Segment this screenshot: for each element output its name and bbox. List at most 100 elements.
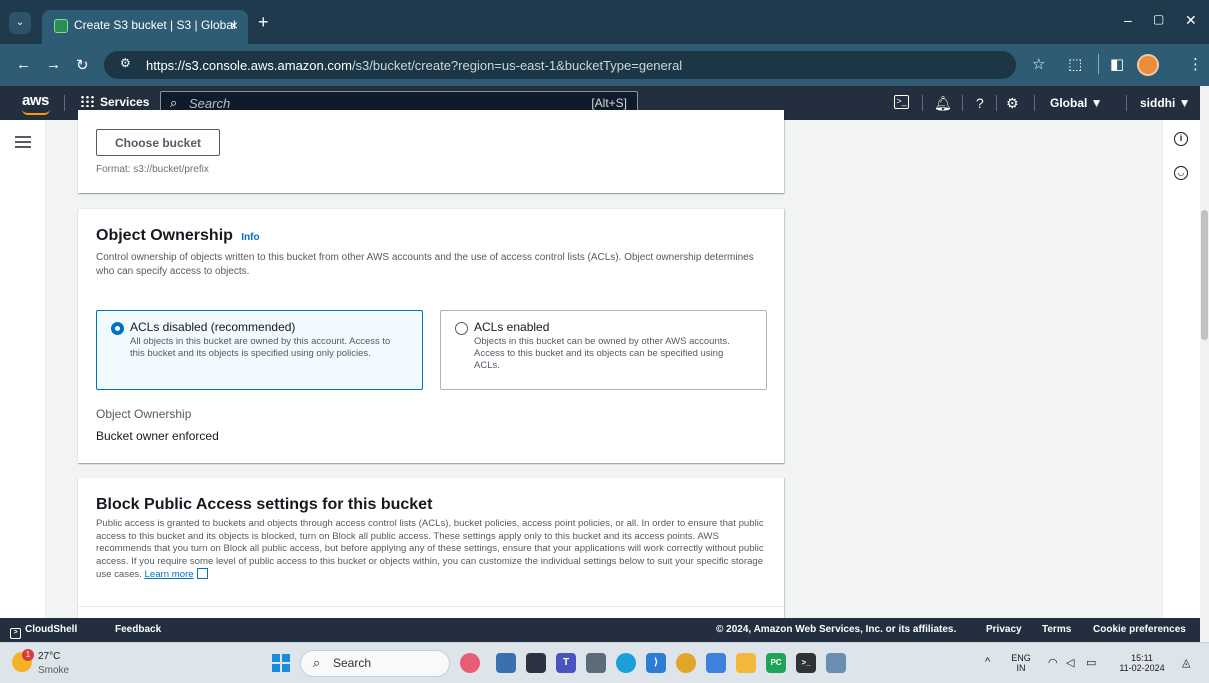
settings-gear-icon[interactable]: ⚙ bbox=[1006, 95, 1019, 112]
choose-bucket-button[interactable]: Choose bucket bbox=[96, 129, 220, 156]
browser-menu-icon[interactable]: ⋮ bbox=[1188, 55, 1203, 73]
back-arrow-icon[interactable]: ← bbox=[16, 56, 31, 73]
terms-link[interactable]: Terms bbox=[1042, 624, 1071, 635]
tab-close-icon[interactable]: × bbox=[230, 17, 238, 33]
new-tab-button[interactable]: + bbox=[258, 12, 269, 33]
search-placeholder: Search bbox=[189, 96, 231, 111]
region-code: IN bbox=[1016, 663, 1026, 673]
snipping-tool-icon[interactable] bbox=[826, 653, 846, 673]
minimize-button[interactable]: – bbox=[1124, 12, 1132, 28]
scrollbar-thumb[interactable] bbox=[1201, 210, 1208, 340]
info-panel-icon[interactable]: i bbox=[1174, 132, 1188, 146]
extensions-icon[interactable]: ⬚ bbox=[1068, 55, 1082, 73]
copilot-icon[interactable] bbox=[460, 653, 480, 673]
language-code: ENG bbox=[1011, 653, 1031, 663]
notepad-icon[interactable] bbox=[706, 653, 726, 673]
nav-divider bbox=[996, 95, 997, 111]
services-menu-button[interactable]: Services bbox=[80, 95, 149, 109]
vscode-icon[interactable]: ⟩ bbox=[646, 653, 666, 673]
taskbar-search-label: Search bbox=[333, 656, 372, 670]
notifications-bell-icon[interactable]: 🔔︎ bbox=[934, 95, 952, 112]
cloudshell-icon[interactable]: >_ bbox=[894, 95, 909, 109]
browser-tab-active[interactable]: Create S3 bucket | S3 | Global × bbox=[42, 10, 248, 44]
tab-title: Create S3 bucket | S3 | Global bbox=[74, 18, 236, 32]
acls-enabled-description: Objects in this bucket can be owned by o… bbox=[474, 336, 730, 371]
cloudshell-link[interactable]: > CloudShell bbox=[10, 624, 77, 639]
object-ownership-title: Object Ownership bbox=[96, 227, 233, 244]
search-icon: ⌕ bbox=[170, 95, 178, 110]
toolbar-divider bbox=[1098, 54, 1099, 74]
pycharm-icon[interactable]: PC bbox=[766, 653, 786, 673]
calculator-icon[interactable] bbox=[586, 653, 606, 673]
windows-start-icon[interactable] bbox=[272, 654, 290, 672]
restore-button[interactable]: ▢ bbox=[1153, 12, 1164, 26]
menu-hamburger-icon[interactable] bbox=[15, 136, 31, 148]
chrome-icon[interactable] bbox=[676, 653, 696, 673]
notifications-icon[interactable]: ◬ bbox=[1182, 656, 1190, 669]
account-menu[interactable]: siddhi ▼ bbox=[1140, 96, 1191, 110]
learn-more-link[interactable]: Learn more bbox=[145, 569, 194, 580]
weather-temperature: 27°C bbox=[38, 651, 61, 662]
tab-search-button[interactable]: ⌄ bbox=[9, 12, 31, 34]
reload-icon[interactable]: ↻ bbox=[76, 56, 89, 74]
url-path: /s3/bucket/create?region=us-east-1&bucke… bbox=[351, 58, 683, 73]
external-link-icon bbox=[196, 568, 208, 580]
file-explorer-icon[interactable] bbox=[736, 653, 756, 673]
acls-disabled-option[interactable]: ACLs disabled (recommended) All objects … bbox=[96, 310, 423, 390]
format-hint: Format: s3://bucket/prefix bbox=[96, 164, 209, 175]
nav-divider bbox=[64, 95, 65, 111]
url-field[interactable]: ⚙ https://s3.console.aws.amazon.com/s3/b… bbox=[104, 51, 1016, 79]
cloudshell-footer-icon: > bbox=[10, 628, 21, 639]
nav-divider bbox=[962, 95, 963, 111]
clock-time: 15:11 bbox=[1131, 653, 1153, 663]
destination-panel: Choose bucket Format: s3://bucket/prefix bbox=[78, 110, 784, 193]
acls-disabled-radio[interactable] bbox=[111, 322, 124, 335]
feedback-icon[interactable]: ◡ bbox=[1174, 166, 1188, 180]
site-settings-icon[interactable]: ⚙ bbox=[120, 56, 131, 70]
nav-divider bbox=[1034, 95, 1035, 111]
bookmark-star-icon[interactable]: ☆ bbox=[1032, 55, 1045, 73]
tools-rail: i ◡ bbox=[1162, 120, 1200, 618]
close-window-button[interactable]: ✕ bbox=[1185, 12, 1197, 29]
forward-arrow-icon[interactable]: → bbox=[46, 56, 61, 73]
help-icon[interactable]: ? bbox=[976, 95, 984, 111]
ownership-field-value: Bucket owner enforced bbox=[96, 429, 219, 443]
weather-condition: Smoke bbox=[38, 665, 70, 676]
weather-widget[interactable]: 1 27°C Smoke bbox=[10, 649, 90, 679]
aws-logo[interactable]: aws bbox=[22, 92, 50, 115]
region-selector[interactable]: Global ▼ bbox=[1050, 96, 1103, 110]
volume-icon[interactable]: ◁ bbox=[1066, 656, 1074, 669]
object-ownership-info-link[interactable]: Info bbox=[241, 232, 259, 243]
teams-personal-icon[interactable] bbox=[496, 653, 516, 673]
language-indicator[interactable]: ENG IN bbox=[1008, 653, 1034, 673]
taskbar-search-box[interactable]: ⌕ Search bbox=[300, 650, 450, 677]
acls-enabled-option[interactable]: ACLs enabled Objects in this bucket can … bbox=[440, 310, 767, 390]
clock[interactable]: 15:11 11-02-2024 bbox=[1116, 653, 1168, 673]
ownership-field-label: Object Ownership bbox=[96, 407, 192, 421]
page-scrollbar[interactable] bbox=[1200, 86, 1209, 642]
battery-icon[interactable]: ▭ bbox=[1086, 656, 1096, 669]
block-public-access-panel: Block Public Access settings for this bu… bbox=[78, 477, 784, 618]
clock-date: 11-02-2024 bbox=[1119, 663, 1165, 673]
services-label: Services bbox=[100, 95, 150, 109]
taskbar-search-icon: ⌕ bbox=[313, 655, 321, 670]
edge-browser-icon[interactable] bbox=[616, 653, 636, 673]
tray-overflow-chevron-icon[interactable]: ^ bbox=[985, 656, 990, 668]
acls-disabled-description: All objects in this bucket are owned by … bbox=[130, 336, 391, 359]
privacy-link[interactable]: Privacy bbox=[986, 624, 1022, 635]
cloudshell-label: CloudShell bbox=[25, 624, 78, 635]
search-shortcut: [Alt+S] bbox=[591, 96, 627, 110]
teams-icon[interactable]: T bbox=[556, 653, 576, 673]
object-ownership-description: Control ownership of objects written to … bbox=[96, 252, 754, 277]
task-view-icon[interactable] bbox=[526, 653, 546, 673]
side-panel-icon[interactable]: ◧ bbox=[1110, 55, 1124, 73]
profile-avatar[interactable] bbox=[1137, 54, 1159, 76]
url-host: https://s3.console.aws.amazon.com bbox=[146, 58, 352, 73]
console-footer: > CloudShell Feedback © 2024, Amazon Web … bbox=[0, 618, 1200, 642]
wifi-icon[interactable]: ◠ bbox=[1048, 656, 1058, 669]
feedback-link[interactable]: Feedback bbox=[115, 624, 161, 635]
acls-enabled-radio[interactable] bbox=[455, 322, 468, 335]
terminal-icon[interactable]: >_ bbox=[796, 653, 816, 673]
cookie-preferences-link[interactable]: Cookie preferences bbox=[1093, 624, 1186, 635]
weather-badge: 1 bbox=[22, 649, 34, 661]
